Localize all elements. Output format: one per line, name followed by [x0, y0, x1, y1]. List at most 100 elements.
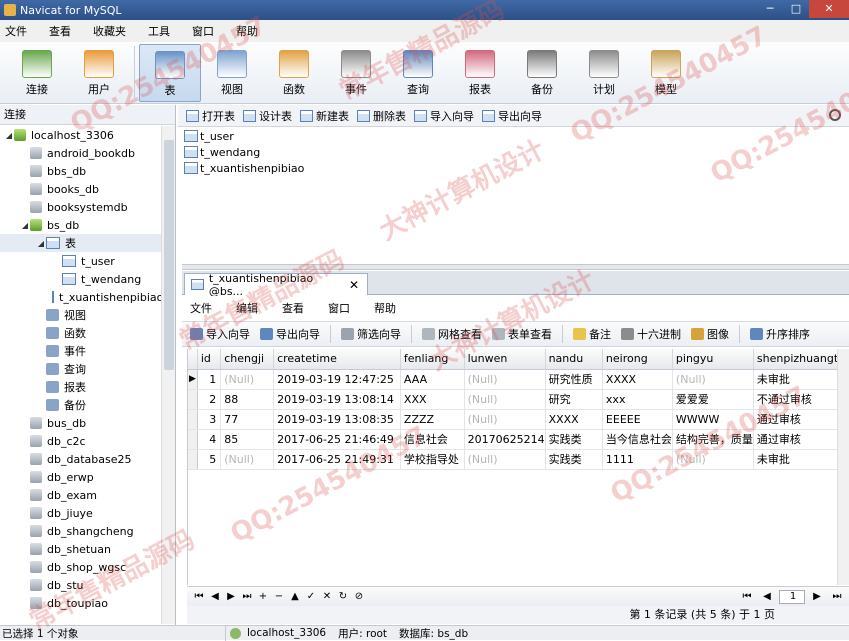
nav-button[interactable]: ↻	[335, 591, 351, 602]
expander-icon[interactable]: ◢	[4, 131, 14, 140]
tree-node[interactable]: 备份	[0, 396, 162, 414]
table-cell[interactable]: 未审批	[753, 369, 849, 390]
table-cell[interactable]: 5	[197, 449, 222, 470]
column-header[interactable]: chengji	[220, 349, 275, 370]
tree-node[interactable]: bus_db	[0, 414, 162, 432]
data-menu-item[interactable]: 帮助	[374, 300, 396, 316]
table-cell[interactable]: (Null)	[464, 369, 546, 390]
table-cell[interactable]: 1	[197, 369, 222, 390]
column-header[interactable]: lunwen	[464, 349, 546, 370]
nav-first-button[interactable]: ⏮	[739, 591, 755, 602]
table-cell[interactable]: 3	[197, 409, 222, 430]
menu-item[interactable]: 工具	[143, 23, 181, 39]
tree-node[interactable]: db_exam	[0, 486, 162, 504]
data-menu-item[interactable]: 文件	[190, 300, 212, 316]
tree-node[interactable]: db_shop_wgsc	[0, 558, 162, 576]
nav-last-button[interactable]: ⏭	[829, 591, 845, 602]
data-toolbar-button[interactable]: 备注	[573, 326, 611, 342]
data-toolbar-button[interactable]: 网格查看	[422, 326, 482, 342]
nav-button[interactable]: ⏮	[191, 591, 207, 602]
table-row[interactable]: 2 88 2019-03-19 13:08:14 XXX (Null) 研究 xxx 爱爱爱不…	[188, 389, 849, 410]
row-indicator[interactable]	[188, 449, 198, 470]
tree-node[interactable]: ◢ 表	[0, 234, 162, 252]
tree-node[interactable]: db_erwp	[0, 468, 162, 486]
table-cell[interactable]: XXXX	[602, 369, 673, 390]
tree-node[interactable]: 报表	[0, 378, 162, 396]
data-toolbar-button[interactable]: 导出向导	[260, 326, 320, 342]
table-cell[interactable]: (Null)	[220, 369, 275, 390]
toolbar-button-4[interactable]: 函数	[263, 44, 325, 102]
tree-node[interactable]: 查询	[0, 360, 162, 378]
table-cell[interactable]: 实践类	[545, 449, 603, 470]
object-toolbar-button[interactable]: 打开表	[186, 108, 235, 124]
nav-button[interactable]: +	[255, 591, 271, 602]
nav-button[interactable]: ▶	[223, 591, 239, 602]
table-cell[interactable]: 爱爱爱	[672, 389, 754, 410]
table-row[interactable]: ▶ 1 (Null) 2019-03-19 12:47:25 AAA (Null) 研究性质…	[188, 369, 849, 390]
tab-close-icon[interactable]: ✕	[349, 278, 359, 292]
nav-button[interactable]: ⏭	[239, 591, 255, 602]
tree-node[interactable]: booksystemdb	[0, 198, 162, 216]
table-cell[interactable]: 通过审核	[753, 409, 849, 430]
table-cell[interactable]: 1111	[602, 449, 673, 470]
data-toolbar-button[interactable]: 筛选向导	[341, 326, 401, 342]
tree-node[interactable]: 视图	[0, 306, 162, 324]
toolbar-button-5[interactable]: 事件	[325, 44, 387, 102]
nav-next-button[interactable]: ▶	[809, 591, 825, 602]
nav-button[interactable]: ◀	[207, 591, 223, 602]
object-toolbar-button[interactable]: 新建表	[300, 108, 349, 124]
nav-prev-button[interactable]: ◀	[759, 591, 775, 602]
tree-node[interactable]: books_db	[0, 180, 162, 198]
tree-scroll-thumb[interactable]	[164, 140, 174, 370]
table-row[interactable]: 5 (Null) 2017-06-25 21:49:31 学校指导处 (Null) 实践类…	[188, 449, 849, 470]
table-cell[interactable]: (Null)	[464, 449, 546, 470]
toolbar-button-3[interactable]: 视图	[201, 44, 263, 102]
table-cell[interactable]: 当今信息社会	[602, 429, 673, 450]
toolbar-button-9[interactable]: 计划	[573, 44, 635, 102]
object-toolbar-button[interactable]: 导入向导	[414, 108, 474, 124]
expander-icon[interactable]: ◢	[36, 239, 46, 248]
toolbar-button-1[interactable]: 用户	[68, 44, 130, 102]
nav-button[interactable]: ▲	[287, 591, 303, 602]
row-indicator[interactable]	[188, 389, 198, 410]
toolbar-button-0[interactable]: 连接	[6, 44, 68, 102]
tree-node[interactable]: android_bookdb	[0, 144, 162, 162]
grid-scrollbar[interactable]	[837, 349, 849, 585]
tree-node[interactable]: db_c2c	[0, 432, 162, 450]
object-toolbar-button[interactable]: 删除表	[357, 108, 406, 124]
tree-node[interactable]: db_toupiao	[0, 594, 162, 612]
table-cell[interactable]: 2019-03-19 13:08:14	[273, 389, 401, 410]
table-cell[interactable]: 88	[220, 389, 275, 410]
nav-button[interactable]: −	[271, 591, 287, 602]
table-cell[interactable]: (Null)	[464, 409, 546, 430]
object-item[interactable]: t_xuantishenpibiao	[182, 160, 849, 176]
toolbar-button-2[interactable]: 表	[139, 44, 201, 102]
close-button[interactable]: ✕	[809, 0, 849, 18]
toolbar-button-8[interactable]: 备份	[511, 44, 573, 102]
tree-node[interactable]: db_database25	[0, 450, 162, 468]
table-cell[interactable]: 2017-06-25 21:49:31	[273, 449, 401, 470]
column-header[interactable]: nandu	[545, 349, 603, 370]
table-cell[interactable]: (Null)	[464, 389, 546, 410]
table-cell[interactable]: 4	[197, 429, 222, 450]
table-cell[interactable]: 不通过审核	[753, 389, 849, 410]
tree-scrollbar[interactable]	[161, 126, 175, 624]
table-cell[interactable]: AAA	[400, 369, 465, 390]
tree-node[interactable]: 事件	[0, 342, 162, 360]
table-cell[interactable]: 2019-03-19 12:47:25	[273, 369, 401, 390]
column-header[interactable]: pingyu	[672, 349, 754, 370]
toolbar-button-6[interactable]: 查询	[387, 44, 449, 102]
table-cell[interactable]: (Null)	[672, 449, 754, 470]
data-menu-item[interactable]: 窗口	[328, 300, 350, 316]
row-indicator[interactable]: ▶	[188, 369, 198, 390]
table-cell[interactable]: 通过审核	[753, 429, 849, 450]
column-header[interactable]: fenliang	[400, 349, 465, 370]
table-cell[interactable]: 2017-06-25 21:46:49	[273, 429, 401, 450]
pane-splitter[interactable]	[182, 264, 849, 270]
tab-table-data[interactable]: t_xuantishenpibiao @bs... ✕	[184, 272, 368, 298]
data-menu-item[interactable]: 编辑	[236, 300, 258, 316]
table-cell[interactable]: 2	[197, 389, 222, 410]
object-toolbar-button[interactable]: 设计表	[243, 108, 292, 124]
table-cell[interactable]: WWWW	[672, 409, 754, 430]
tree-node[interactable]: db_shetuan	[0, 540, 162, 558]
